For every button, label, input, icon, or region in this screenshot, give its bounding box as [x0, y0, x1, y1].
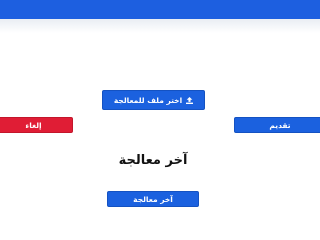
last-process-label: آخر معالجة	[133, 194, 173, 204]
last-process-heading: آخر معالجة	[118, 153, 188, 168]
cancel-label: إلغاء	[25, 120, 42, 130]
submit-label: تقديم	[269, 120, 291, 130]
header-shadow	[0, 19, 320, 33]
choose-file-button[interactable]: اختر ملف للمعالجة	[102, 90, 205, 110]
choose-file-label: اختر ملف للمعالجة	[113, 95, 183, 105]
submit-button[interactable]: تقديم	[234, 117, 320, 133]
cancel-button[interactable]: إلغاء	[0, 117, 73, 133]
top-header-bar	[0, 0, 320, 19]
last-process-button[interactable]: آخر معالجة	[107, 191, 199, 207]
upload-icon	[186, 96, 194, 104]
